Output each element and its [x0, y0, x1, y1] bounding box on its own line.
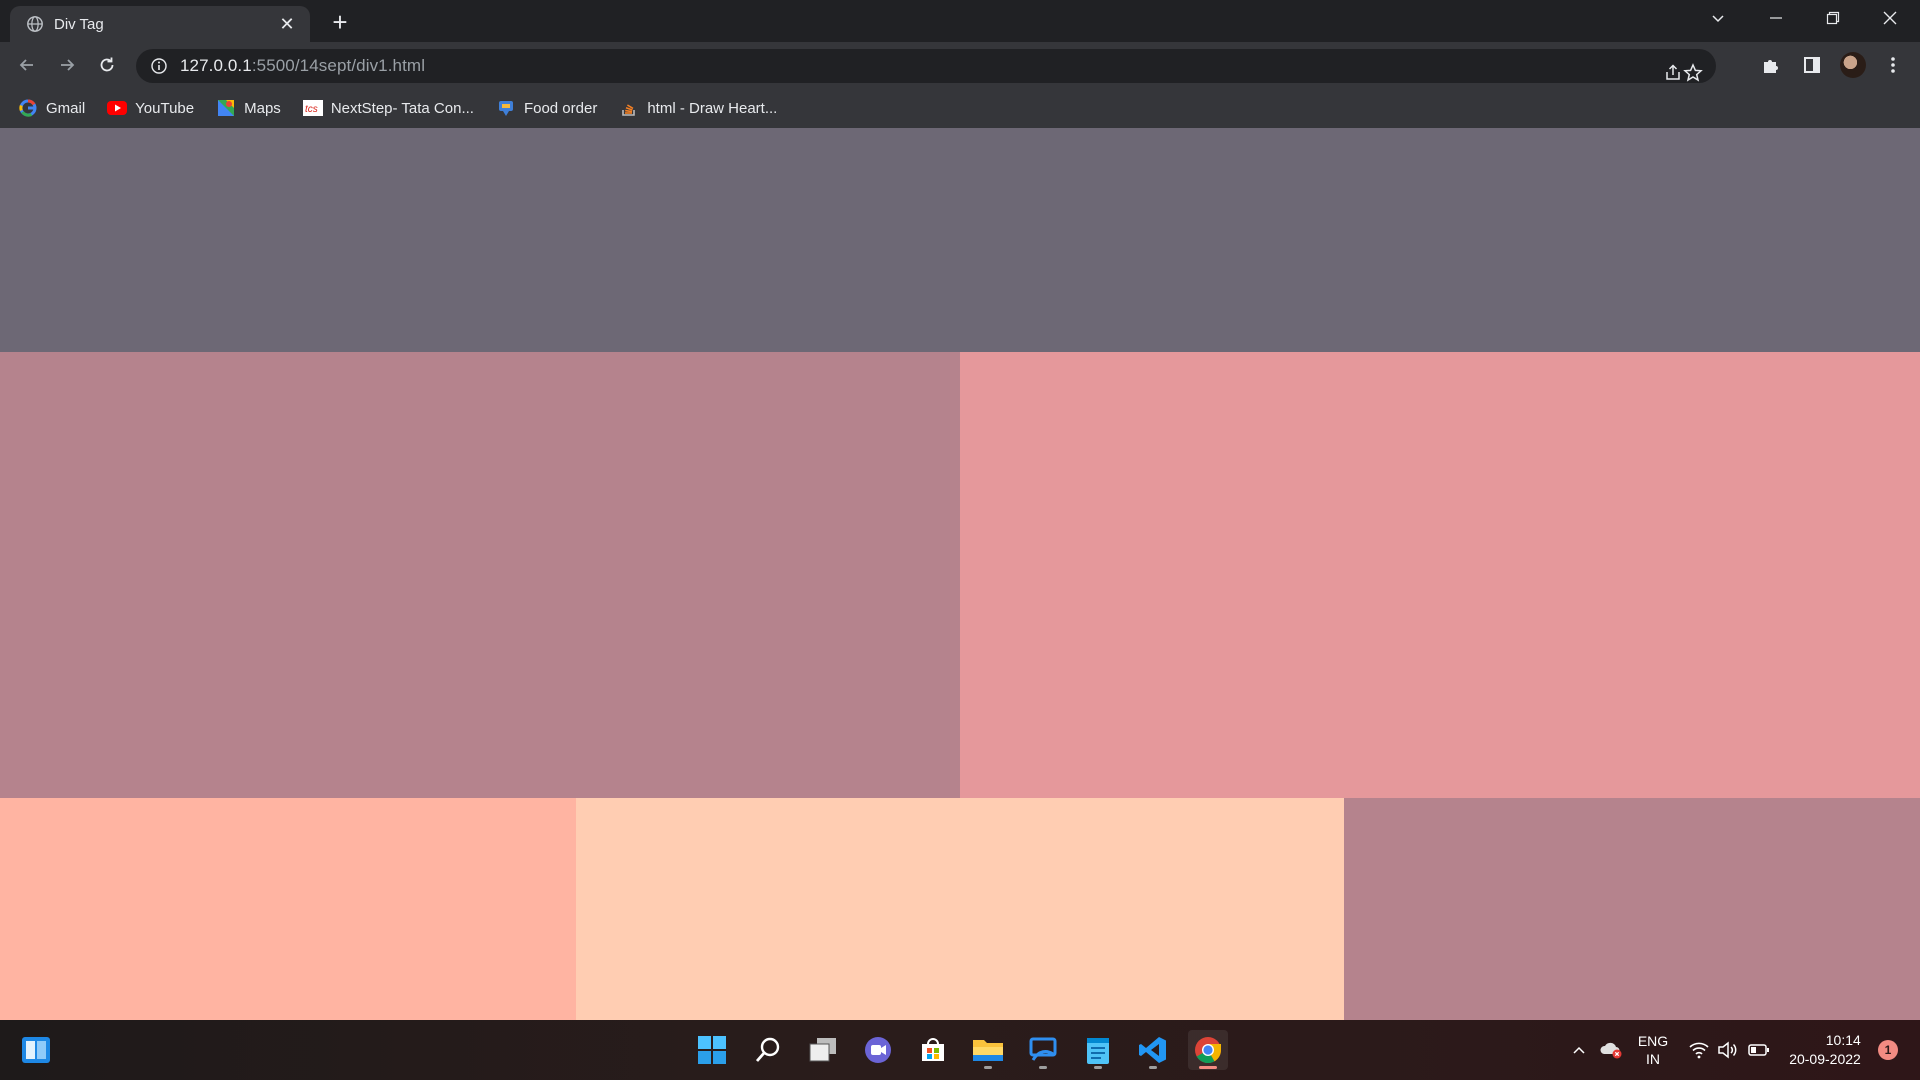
bookmark-food-order[interactable]: Food order: [496, 98, 597, 118]
chrome-icon[interactable]: [1188, 1030, 1228, 1070]
close-window-icon[interactable]: [1862, 0, 1918, 36]
running-indicator: [984, 1066, 992, 1069]
browser-toolbar: 127.0.0.1:5500/14sept/div1.html: [0, 42, 1920, 88]
show-hidden-icons-chevron-icon[interactable]: [1566, 1020, 1592, 1080]
notification-count-badge: 1: [1878, 1040, 1898, 1060]
notification-center-button[interactable]: 1: [1874, 1020, 1902, 1080]
youtube-icon: [107, 98, 128, 118]
language-line1: ENG: [1637, 1033, 1669, 1049]
back-arrow-icon[interactable]: [12, 50, 42, 80]
bookmark-star-icon[interactable]: [1676, 56, 1710, 90]
bookmark-html-draw-heart[interactable]: html - Draw Heart...: [619, 98, 777, 118]
restore-icon[interactable]: [1805, 0, 1861, 36]
address-bar[interactable]: 127.0.0.1:5500/14sept/div1.html: [136, 49, 1716, 83]
bookmark-youtube[interactable]: YouTube: [107, 98, 194, 118]
browser-title-bar: Div Tag ✕ +: [0, 0, 1920, 42]
globe-icon: [27, 16, 43, 32]
onedrive-error-icon[interactable]: [1596, 1020, 1626, 1080]
bookmark-label: YouTube: [135, 99, 195, 117]
bookmark-gmail[interactable]: Gmail: [18, 98, 85, 118]
url-text: 127.0.0.1:5500/14sept/div1.html: [180, 56, 425, 76]
bookmark-label: Gmail: [46, 99, 86, 117]
vscode-icon[interactable]: [1133, 1030, 1173, 1070]
top-block: [0, 128, 1920, 352]
bottom-left-block: [0, 798, 576, 1020]
minimize-icon[interactable]: [1748, 0, 1804, 36]
windows-start-icon[interactable]: [692, 1030, 732, 1070]
running-indicator: [1039, 1066, 1047, 1069]
extensions-puzzle-icon[interactable]: [1756, 50, 1786, 80]
battery-icon[interactable]: [1744, 1020, 1774, 1080]
language-line2: IN: [1646, 1051, 1660, 1067]
bookmark-nextstep[interactable]: tcs NextStep- Tata Con...: [302, 98, 474, 118]
page-viewport: [0, 128, 1920, 1020]
notepad-icon[interactable]: [1078, 1030, 1118, 1070]
task-view-icon[interactable]: [803, 1030, 843, 1070]
bookmark-label: Food order: [523, 99, 598, 117]
stackoverflow-icon: [619, 98, 639, 118]
tab-close-icon[interactable]: ✕: [276, 14, 298, 35]
url-path: :5500/14sept/div1.html: [251, 56, 426, 75]
search-icon[interactable]: [748, 1030, 788, 1070]
profile-avatar[interactable]: [1838, 50, 1868, 80]
new-tab-icon[interactable]: +: [326, 8, 354, 36]
site-info-icon[interactable]: [150, 57, 168, 75]
tab-search-icon[interactable]: [1690, 0, 1746, 36]
forward-arrow-icon[interactable]: [52, 50, 82, 80]
active-indicator: [1199, 1066, 1217, 1069]
food-order-icon: [496, 98, 516, 118]
windows-taskbar: ENG IN 10:14 20-09-2022 1: [0, 1020, 1920, 1080]
system-clock[interactable]: 10:14 20-09-2022: [1780, 1020, 1870, 1080]
bookmark-label: Maps: [244, 99, 281, 117]
avatar-image: [1840, 52, 1866, 78]
chrome-menu-icon[interactable]: [1878, 50, 1908, 80]
input-language-indicator[interactable]: ENG IN: [1630, 1020, 1676, 1080]
running-indicator: [1094, 1066, 1102, 1069]
bookmarks-bar: Gmail YouTube Maps tcs NextStep- Tata Co…: [0, 88, 1920, 128]
bookmark-label: html - Draw Heart...: [647, 99, 778, 117]
google-icon: [18, 98, 38, 118]
middle-left-block: [0, 352, 960, 798]
clock-date: 20-09-2022: [1789, 1051, 1861, 1067]
teams-chat-icon[interactable]: [858, 1030, 898, 1070]
volume-icon[interactable]: [1714, 1020, 1740, 1080]
bookmark-label: NextStep- Tata Con...: [330, 99, 474, 117]
bottom-right-block: [1344, 798, 1920, 1020]
tcs-icon: tcs: [302, 98, 323, 118]
microsoft-store-icon[interactable]: [913, 1030, 953, 1070]
maps-icon: [216, 98, 236, 118]
clock-time: 10:14: [1825, 1032, 1861, 1048]
wifi-icon[interactable]: [1686, 1020, 1712, 1080]
url-host: 127.0.0.1: [180, 56, 252, 75]
svg-text:tcs: tcs: [305, 104, 318, 115]
file-explorer-icon[interactable]: [968, 1030, 1008, 1070]
browser-tab-active[interactable]: Div Tag ✕: [10, 6, 310, 42]
bottom-center-block: [576, 798, 1344, 1020]
widgets-icon[interactable]: [16, 1030, 56, 1070]
running-indicator: [1149, 1066, 1157, 1069]
middle-right-block: [960, 352, 1920, 798]
remote-desktop-icon[interactable]: [1023, 1030, 1063, 1070]
tab-title: Div Tag: [54, 15, 104, 33]
side-panel-icon[interactable]: [1797, 50, 1827, 80]
bookmark-maps[interactable]: Maps: [216, 98, 281, 118]
reload-icon[interactable]: [92, 50, 122, 80]
